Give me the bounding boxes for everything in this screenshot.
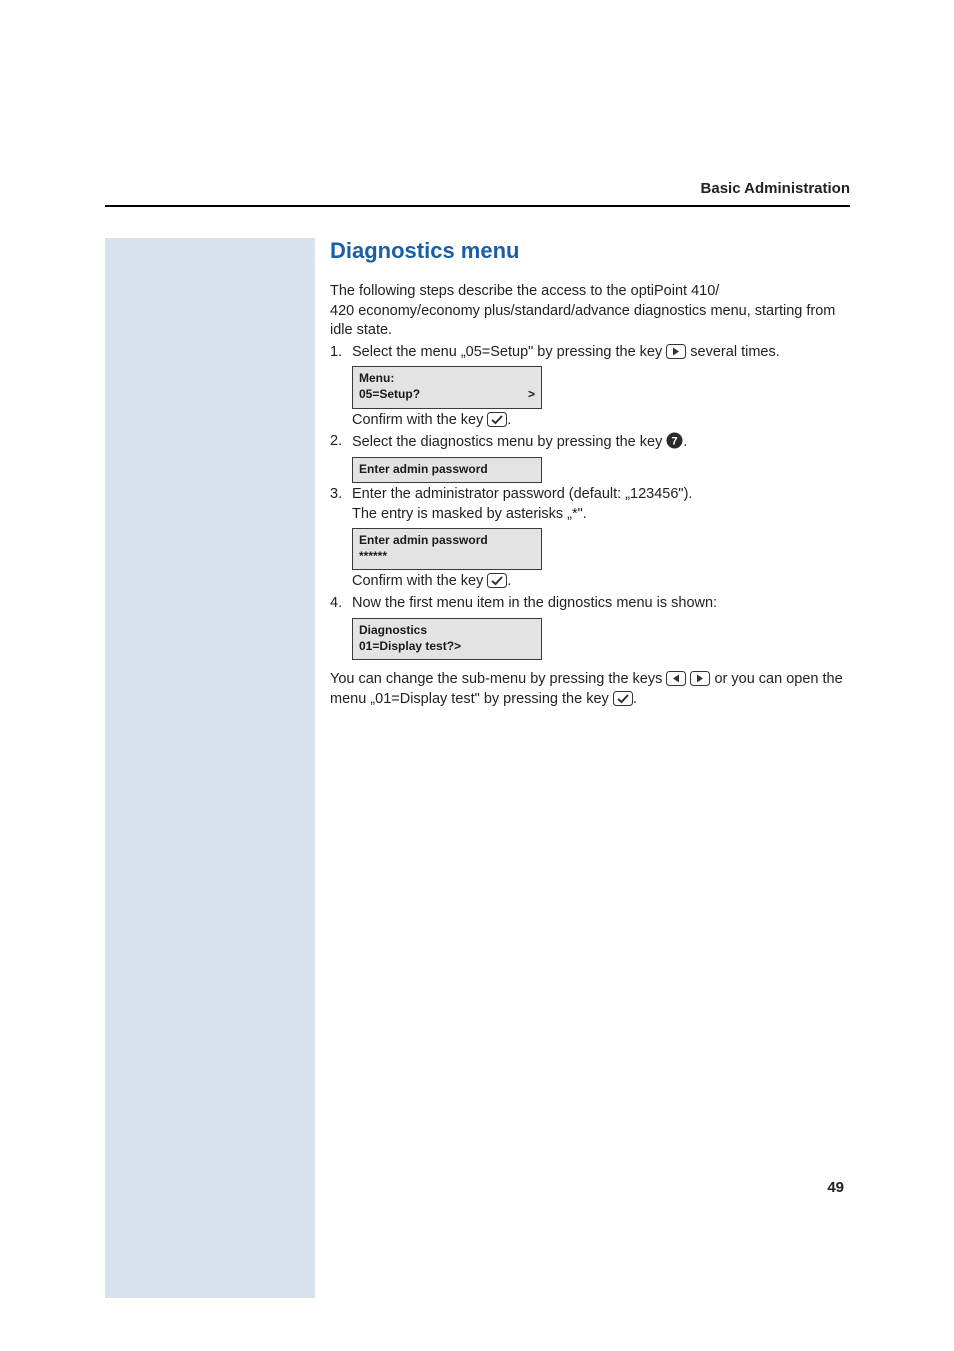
display-box-diagnostics: Diagnostics 01=Display test?> <box>352 618 542 660</box>
closing-post: . <box>633 691 637 707</box>
step-2-pre: Select the diagnostics menu by pressing … <box>352 434 666 450</box>
step-1-post: several times. <box>686 344 779 360</box>
section-title: Diagnostics menu <box>330 238 845 264</box>
display-box4-line1: Diagnostics <box>359 622 535 638</box>
confirm-3-post: . <box>507 573 511 589</box>
step-2-body: Select the diagnostics menu by pressing … <box>352 432 845 453</box>
page-number: 49 <box>827 1179 844 1196</box>
page-header: Basic Administration <box>105 180 850 197</box>
display-box4-line2: 01=Display test?> <box>359 638 535 654</box>
confirm-1: Confirm with the key . <box>352 411 845 431</box>
check-key-icon <box>613 691 633 706</box>
display-box-enter-password: Enter admin password <box>352 457 542 483</box>
display-box3-line2: ****** <box>359 548 535 564</box>
intro-line1: The following steps describe the access … <box>330 283 719 299</box>
display-box1-line1: Menu: <box>359 370 535 386</box>
step-2: 2. Select the diagnostics menu by pressi… <box>330 432 845 453</box>
check-key-icon <box>487 573 507 588</box>
right-arrow-key-icon <box>690 671 710 686</box>
step-2-num: 2. <box>330 432 352 453</box>
closing-text: You can change the sub-menu by pressing … <box>330 670 845 709</box>
check-key-icon <box>487 412 507 427</box>
step-3-line2: The entry is masked by asterisks „*". <box>352 506 587 522</box>
step-3: 3. Enter the administrator password (def… <box>330 485 845 524</box>
step-1-pre: Select the menu „05=Setup" by pressing t… <box>352 344 666 360</box>
confirm-3-pre: Confirm with the key <box>352 573 487 589</box>
intro-line2: 420 economy/economy plus/standard/advanc… <box>330 303 835 339</box>
left-arrow-key-icon <box>666 671 686 686</box>
step-4: 4. Now the first menu item in the dignos… <box>330 594 845 614</box>
content-column: Diagnostics menu The following steps des… <box>330 238 845 709</box>
step-3-num: 3. <box>330 485 352 524</box>
step-1: 1. Select the menu „05=Setup" by pressin… <box>330 343 845 363</box>
step-1-body: Select the menu „05=Setup" by pressing t… <box>352 343 845 363</box>
step-2-post: . <box>683 434 687 450</box>
closing-pre: You can change the sub-menu by pressing … <box>330 671 666 687</box>
display-box2-line1: Enter admin password <box>359 461 535 477</box>
step-4-num: 4. <box>330 594 352 614</box>
display-box-menu-setup: Menu: 05=Setup? > <box>352 366 542 408</box>
confirm-3: Confirm with the key . <box>352 572 845 592</box>
left-margin-bar <box>105 238 315 1298</box>
page-container: Basic Administration Diagnostics menu Th… <box>105 180 850 213</box>
confirm-1-post: . <box>507 412 511 428</box>
display-box1-arrow: > <box>528 386 535 402</box>
header-rule <box>105 205 850 207</box>
confirm-1-pre: Confirm with the key <box>352 412 487 428</box>
step-3-body: Enter the administrator password (defaul… <box>352 485 845 524</box>
step-1-num: 1. <box>330 343 352 363</box>
step-3-line1: Enter the administrator password (defaul… <box>352 486 692 502</box>
right-arrow-key-icon <box>666 344 686 359</box>
display-box-enter-password-masked: Enter admin password ****** <box>352 528 542 570</box>
display-box1-line2: 05=Setup? <box>359 386 420 402</box>
seven-key-icon: 7 <box>666 432 683 449</box>
display-box3-line1: Enter admin password <box>359 532 535 548</box>
step-4-body: Now the first menu item in the dignostic… <box>352 594 845 614</box>
svg-text:7: 7 <box>672 436 678 448</box>
intro-text: The following steps describe the access … <box>330 282 845 341</box>
